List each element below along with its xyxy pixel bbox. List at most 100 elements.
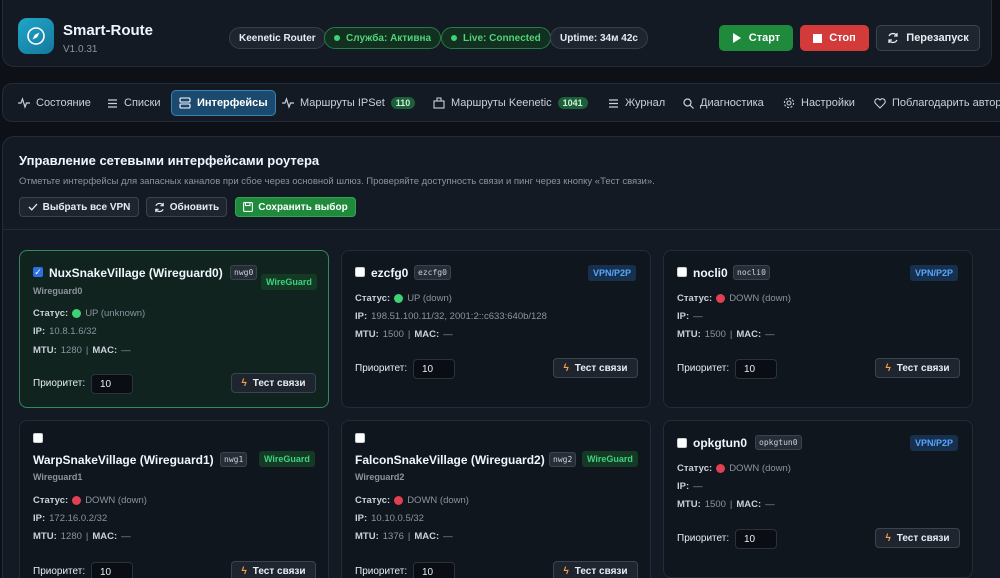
tab-thanks[interactable]: Поблагодарить автор	[867, 90, 1000, 116]
mac-label: MAC:	[92, 531, 118, 542]
mac-label: MAC:	[736, 499, 762, 510]
mac-value: —	[443, 329, 453, 340]
test-label: Тест связи	[252, 565, 306, 577]
interface-status: Статус: DOWN (down)	[677, 463, 791, 474]
test-label: Тест связи	[574, 362, 628, 374]
test-connection-button[interactable]: ϟ Тест связи	[875, 358, 960, 378]
tab-lists[interactable]: Списки	[100, 90, 168, 116]
refresh-label: Обновить	[169, 201, 220, 213]
interface-status: Статус: UP (unknown)	[33, 308, 145, 319]
start-button[interactable]: Старт	[719, 25, 793, 51]
mtu-label: MTU:	[33, 345, 57, 356]
mtu-label: MTU:	[355, 329, 379, 340]
interface-mtu-mac: MTU: 1500 | MAC: —	[677, 499, 775, 510]
mac-value: —	[443, 531, 453, 542]
status-label: Статус:	[677, 463, 713, 474]
interface-checkbox[interactable]	[355, 433, 365, 443]
save-icon	[243, 202, 254, 212]
test-connection-button[interactable]: ϟ Тест связи	[553, 561, 638, 578]
interface-name: NuxSnakeVillage (Wireguard0)	[49, 266, 223, 280]
interface-name: nocli0	[693, 266, 728, 280]
ip-value: 198.51.100.11/32, 2001:2::c633:640b/128	[371, 311, 547, 322]
mac-label: MAC:	[92, 345, 118, 356]
service-status-badge: Служба: Активна	[324, 27, 442, 49]
priority-input[interactable]: 10	[413, 562, 455, 578]
tab-label: Интерфейсы	[197, 97, 268, 109]
tab-keenetic-routes[interactable]: Маршруты Keenetic 1041	[426, 90, 595, 116]
select-all-vpn-button[interactable]: Выбрать все VPN	[19, 197, 139, 217]
status-value: UP (down)	[407, 293, 452, 304]
ip-value: —	[693, 481, 703, 492]
priority-label: Приоритет:	[355, 566, 408, 577]
start-label: Старт	[748, 32, 781, 44]
interface-ip: IP: 172.16.0.2/32	[33, 513, 107, 524]
main-nav: Состояние Списки Интерфейсы Маршруты IPS…	[2, 83, 1000, 122]
tab-status[interactable]: Состояние	[11, 90, 98, 116]
refresh-icon	[888, 32, 898, 44]
status-value: DOWN (down)	[407, 495, 469, 506]
mac-value: —	[765, 329, 775, 340]
ip-value: 10.8.1.6/32	[49, 326, 97, 337]
section-divider	[2, 229, 1000, 230]
lightning-icon: ϟ	[563, 565, 569, 577]
stop-button[interactable]: Стоп	[800, 25, 869, 51]
priority-input[interactable]: 10	[735, 529, 777, 549]
interface-name: FalconSnakeVillage (Wireguard2)	[355, 453, 545, 467]
interface-checkbox[interactable]	[355, 267, 365, 277]
refresh-button[interactable]: Обновить	[146, 197, 227, 217]
interface-checkbox[interactable]: ✓	[33, 267, 43, 277]
interface-checkbox[interactable]	[33, 433, 43, 443]
priority-input[interactable]: 10	[413, 359, 455, 379]
app-title: Smart-Route	[63, 22, 154, 39]
tab-label: Поблагодарить автор	[892, 97, 1000, 109]
status-value: DOWN (down)	[729, 463, 791, 474]
search-icon	[683, 97, 694, 109]
stop-label: Стоп	[829, 32, 856, 44]
test-connection-button[interactable]: ϟ Тест связи	[553, 358, 638, 378]
live-status-badge: Live: Connected	[441, 27, 551, 49]
test-connection-button[interactable]: ϟ Тест связи	[231, 373, 316, 393]
tab-diagnostics[interactable]: Диагностика	[676, 90, 771, 116]
tab-settings[interactable]: Настройки	[776, 90, 862, 116]
mac-label: MAC:	[736, 329, 762, 340]
lightning-icon: ϟ	[885, 532, 891, 544]
ip-label: IP:	[355, 513, 368, 524]
interface-card: ✓ NuxSnakeVillage (Wireguard0) nwg0 Wire…	[19, 250, 329, 408]
section-subtitle: Отметьте интерфейсы для запасных каналов…	[19, 176, 655, 187]
tab-label: Состояние	[36, 97, 91, 109]
save-selection-button[interactable]: Сохранить выбор	[235, 197, 356, 217]
restart-button[interactable]: Перезапуск	[876, 25, 980, 51]
priority-input[interactable]: 10	[91, 562, 133, 578]
status-label: Статус:	[33, 495, 69, 506]
interface-name: ezcfg0	[371, 266, 409, 280]
priority-input[interactable]: 10	[91, 374, 133, 394]
tab-ipset-routes[interactable]: Маршруты IPSet 110	[275, 90, 422, 116]
interface-checkbox[interactable]	[677, 438, 687, 448]
test-connection-button[interactable]: ϟ Тест связи	[231, 561, 316, 578]
test-connection-button[interactable]: ϟ Тест связи	[875, 528, 960, 548]
status-dot-icon	[716, 294, 726, 303]
tab-interfaces[interactable]: Интерфейсы	[171, 90, 276, 116]
interface-checkbox[interactable]	[677, 267, 687, 277]
status-dot-icon	[72, 496, 82, 505]
interface-status: Статус: UP (down)	[355, 293, 452, 304]
app-header: Smart-Route V1.0.31 Keenetic Router Служ…	[2, 0, 992, 67]
mtu-value: 1500	[704, 499, 726, 510]
mac-value: —	[765, 499, 775, 510]
priority-label: Приоритет:	[33, 566, 86, 577]
interface-status: Статус: DOWN (down)	[355, 495, 469, 506]
tab-label: Списки	[124, 97, 161, 109]
service-status-text: Служба: Активна	[346, 32, 432, 44]
interface-mtu-mac: MTU: 1280 | MAC: —	[33, 345, 131, 356]
lightning-icon: ϟ	[241, 377, 247, 389]
tab-log[interactable]: Журнал	[601, 90, 672, 116]
mtu-value: 1280	[60, 345, 82, 356]
tab-label: Диагностика	[700, 97, 764, 109]
interface-subtitle: Wireguard2	[355, 472, 405, 482]
status-dot-icon	[72, 309, 82, 318]
uptime-badge: Uptime: 34м 42с	[550, 27, 648, 49]
list-icon	[108, 98, 117, 108]
interface-card: ezcfg0 ezcfg0 VPN/P2P Статус: UP (down) I…	[341, 250, 651, 408]
priority-input[interactable]: 10	[735, 359, 777, 379]
restart-label: Перезапуск	[906, 32, 969, 44]
